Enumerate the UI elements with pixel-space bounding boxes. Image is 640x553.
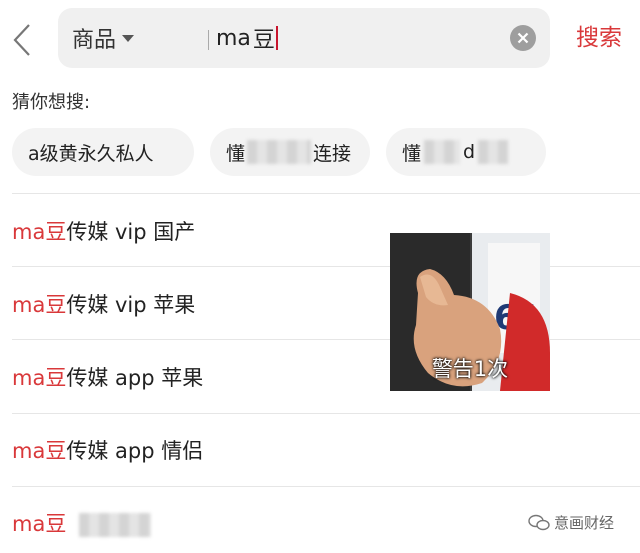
suggestion-text: 传媒 app 苹果 — [66, 366, 204, 390]
back-button[interactable] — [8, 22, 36, 58]
suggestion-text: 传媒 app 情侣 — [66, 439, 204, 463]
clear-icon — [517, 32, 529, 44]
search-divider — [208, 30, 209, 50]
wechat-icon — [528, 514, 550, 530]
watermark-text: 意画财经 — [554, 514, 615, 532]
chip-text: 懂 — [402, 142, 422, 165]
suggestion-item[interactable]: ma豆传媒 vip 苹果 — [12, 289, 195, 321]
watermark: 意画财经 — [528, 512, 614, 533]
list-divider — [12, 413, 640, 414]
guess-chip[interactable]: a级黄永久私人 — [12, 128, 194, 176]
blurred-text — [247, 140, 312, 164]
chip-text: d — [463, 141, 476, 163]
blurred-text — [478, 140, 509, 164]
suggestion-item[interactable]: ma豆传媒 vip 国产 — [12, 216, 195, 248]
suggestion-text: 传媒 vip 苹果 — [66, 293, 196, 317]
list-divider — [12, 193, 640, 194]
suggestion-highlight: ma豆 — [12, 512, 67, 536]
list-divider — [12, 486, 640, 487]
search-input[interactable]: ma 豆 — [216, 22, 278, 54]
search-bar[interactable]: 商品 ma 豆 — [58, 8, 550, 68]
suggestion-highlight: ma豆 — [12, 293, 67, 317]
category-dropdown[interactable]: 商品 — [72, 22, 135, 54]
suggestion-highlight: ma豆 — [12, 220, 67, 244]
guess-chip[interactable]: 懂 d — [386, 128, 546, 176]
query-prefix: ma — [216, 25, 251, 51]
blurred-text — [79, 513, 152, 537]
back-arrow-icon — [13, 24, 30, 56]
meme-image: 61 警告1次 — [390, 233, 550, 391]
dropdown-caret-icon — [122, 34, 135, 42]
chip-text: 连接 — [313, 142, 352, 165]
meme-caption: 警告1次 — [431, 357, 509, 381]
suggestion-item[interactable]: ma豆传媒 app 苹果 — [12, 362, 203, 394]
suggestion-item[interactable]: ma豆传媒 app 情侣 — [12, 435, 203, 467]
chip-text: 懂 — [226, 142, 246, 165]
text-cursor — [275, 26, 278, 50]
search-button[interactable]: 搜索 — [576, 22, 622, 54]
suggestion-text: 传媒 vip 国产 — [66, 220, 196, 244]
guess-chip[interactable]: 懂 连接 — [210, 128, 370, 176]
suggestion-highlight: ma豆 — [12, 366, 67, 390]
category-label: 商品 — [72, 28, 117, 53]
chip-text: a级黄永久私人 — [28, 142, 154, 165]
query-suffix: 豆 — [252, 28, 275, 53]
guess-title: 猜你想搜: — [12, 92, 91, 113]
blurred-text — [424, 140, 461, 164]
suggestion-highlight: ma豆 — [12, 439, 67, 463]
clear-button[interactable] — [510, 25, 536, 51]
suggestion-item[interactable]: ma豆 — [12, 508, 152, 540]
